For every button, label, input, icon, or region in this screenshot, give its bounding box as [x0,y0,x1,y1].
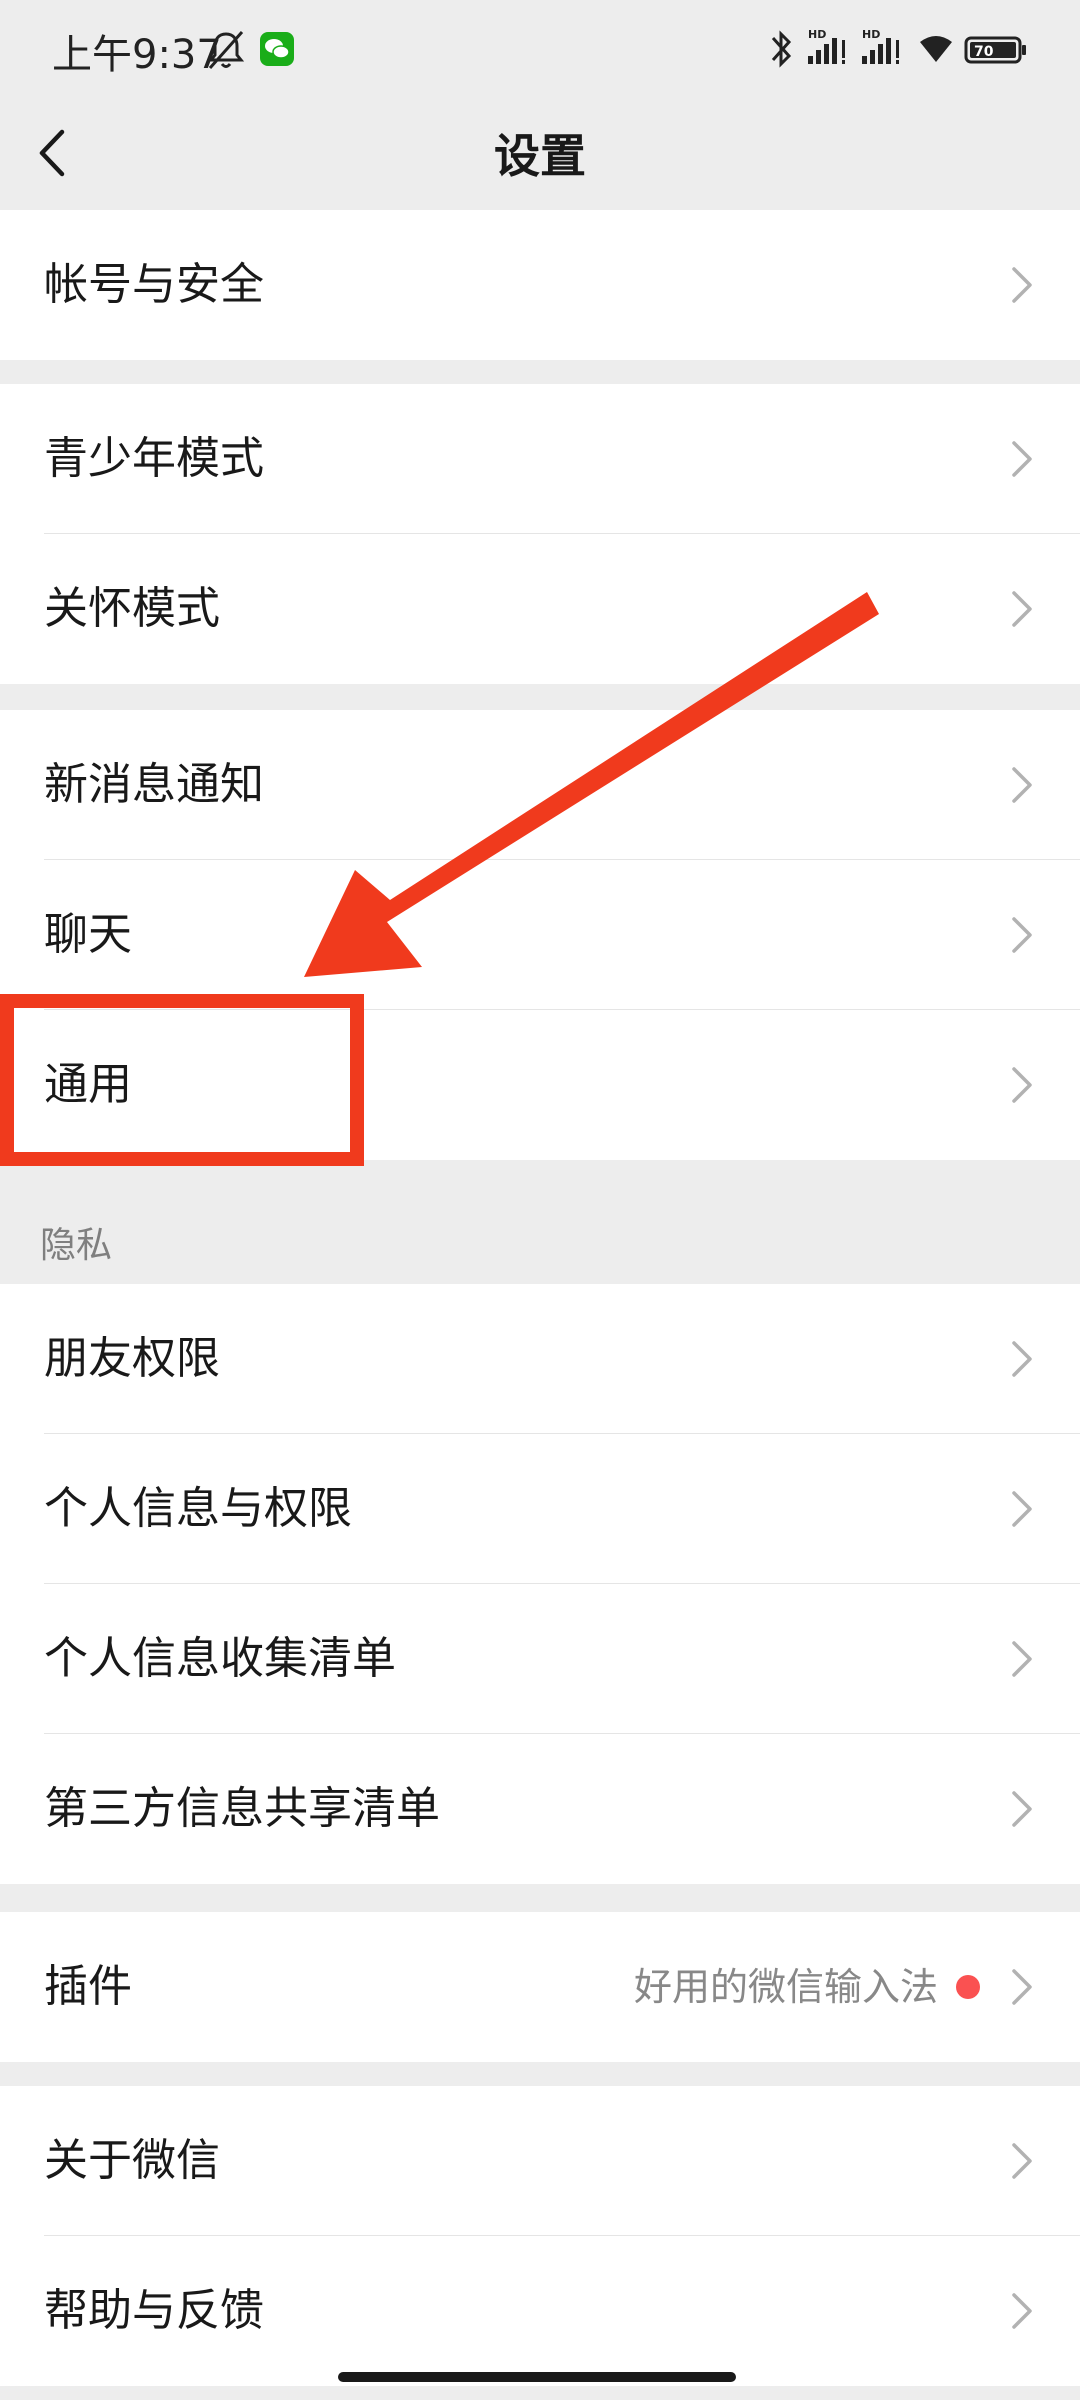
chevron-right-icon [1012,267,1032,303]
chevron-right-icon [1012,591,1032,627]
battery-level: 70 [974,44,994,60]
settings-item-plugins[interactable]: 插件 好用的微信输入法 [0,1912,1080,2062]
settings-item-label: 新消息通知 [44,759,264,810]
settings-item-chat[interactable]: 聊天 [0,860,1080,1010]
wechat-icon [260,32,294,66]
red-dot-badge [956,1975,980,1999]
page-title: 设置 [494,129,586,183]
settings-item-general[interactable]: 通用 [0,1010,1080,1160]
settings-item-teen-mode[interactable]: 青少年模式 [0,384,1080,534]
settings-item-about-wechat[interactable]: 关于微信 [0,2086,1080,2236]
signal-hd-icon: HD [808,28,845,64]
status-icons: HD HD 70 [768,26,1028,72]
settings-item-label: 关于微信 [44,2135,220,2186]
settings-group-general: 新消息通知 聊天 通用 [0,710,1080,1160]
signal-hd-label: HD [862,28,880,41]
bluetooth-icon [771,30,792,68]
chevron-right-icon [1012,767,1032,803]
chevron-right-icon [1012,917,1032,953]
settings-group-privacy: 朋友权限 个人信息与权限 个人信息收集清单 第三方信息共享清单 [0,1284,1080,1884]
settings-item-personal-info-collection[interactable]: 个人信息收集清单 [0,1584,1080,1734]
chevron-right-icon [1012,1341,1032,1377]
settings-item-third-party-sharing[interactable]: 第三方信息共享清单 [0,1734,1080,1884]
settings-item-label: 插件 [44,1961,132,2012]
settings-item-notifications[interactable]: 新消息通知 [0,710,1080,860]
settings-item-label: 个人信息收集清单 [44,1633,396,1684]
settings-group-about: 关于微信 帮助与反馈 [0,2086,1080,2386]
chevron-right-icon [1012,1067,1032,1103]
home-indicator[interactable] [338,2372,736,2382]
status-bar: 上午9:37 HD HD 70 [0,0,1080,96]
nav-bar: 设置 [0,96,1080,210]
chevron-right-icon [1012,1969,1032,2005]
settings-item-account-security[interactable]: 帐号与安全 [0,210,1080,360]
settings-item-label: 第三方信息共享清单 [44,1783,440,1834]
settings-item-label: 朋友权限 [44,1333,220,1384]
settings-item-friend-permissions[interactable]: 朋友权限 [0,1284,1080,1434]
wifi-icon [920,36,952,62]
signal-hd-label: HD [808,28,826,41]
settings-item-personal-info-permissions[interactable]: 个人信息与权限 [0,1434,1080,1584]
chevron-right-icon [1012,441,1032,477]
chevron-right-icon [1012,1641,1032,1677]
plugin-hint-text: 好用的微信输入法 [633,1965,938,2009]
chevron-right-icon [1012,1491,1032,1527]
battery-icon: 70 [964,36,1026,64]
settings-item-label: 帮助与反馈 [44,2285,264,2336]
section-title-privacy: 隐私 [40,1225,113,1266]
settings-item-label: 通用 [44,1059,132,1110]
settings-item-label: 青少年模式 [44,433,264,484]
chevron-right-icon [1012,1791,1032,1827]
settings-item-help-feedback[interactable]: 帮助与反馈 [0,2236,1080,2386]
settings-item-label: 聊天 [44,909,132,960]
signal-hd-icon: HD [862,28,899,64]
settings-group-plugins: 插件 好用的微信输入法 [0,1912,1080,2062]
settings-item-label: 帐号与安全 [44,259,264,310]
status-time: 上午9:37 [52,32,222,78]
settings-item-care-mode[interactable]: 关怀模式 [0,534,1080,684]
chevron-right-icon [1012,2293,1032,2329]
settings-group-account: 帐号与安全 [0,210,1080,360]
bell-off-icon [207,31,245,69]
chevron-right-icon [1012,2143,1032,2179]
settings-item-label: 个人信息与权限 [44,1483,352,1534]
settings-item-label: 关怀模式 [44,583,220,634]
settings-group-modes: 青少年模式 关怀模式 [0,384,1080,684]
